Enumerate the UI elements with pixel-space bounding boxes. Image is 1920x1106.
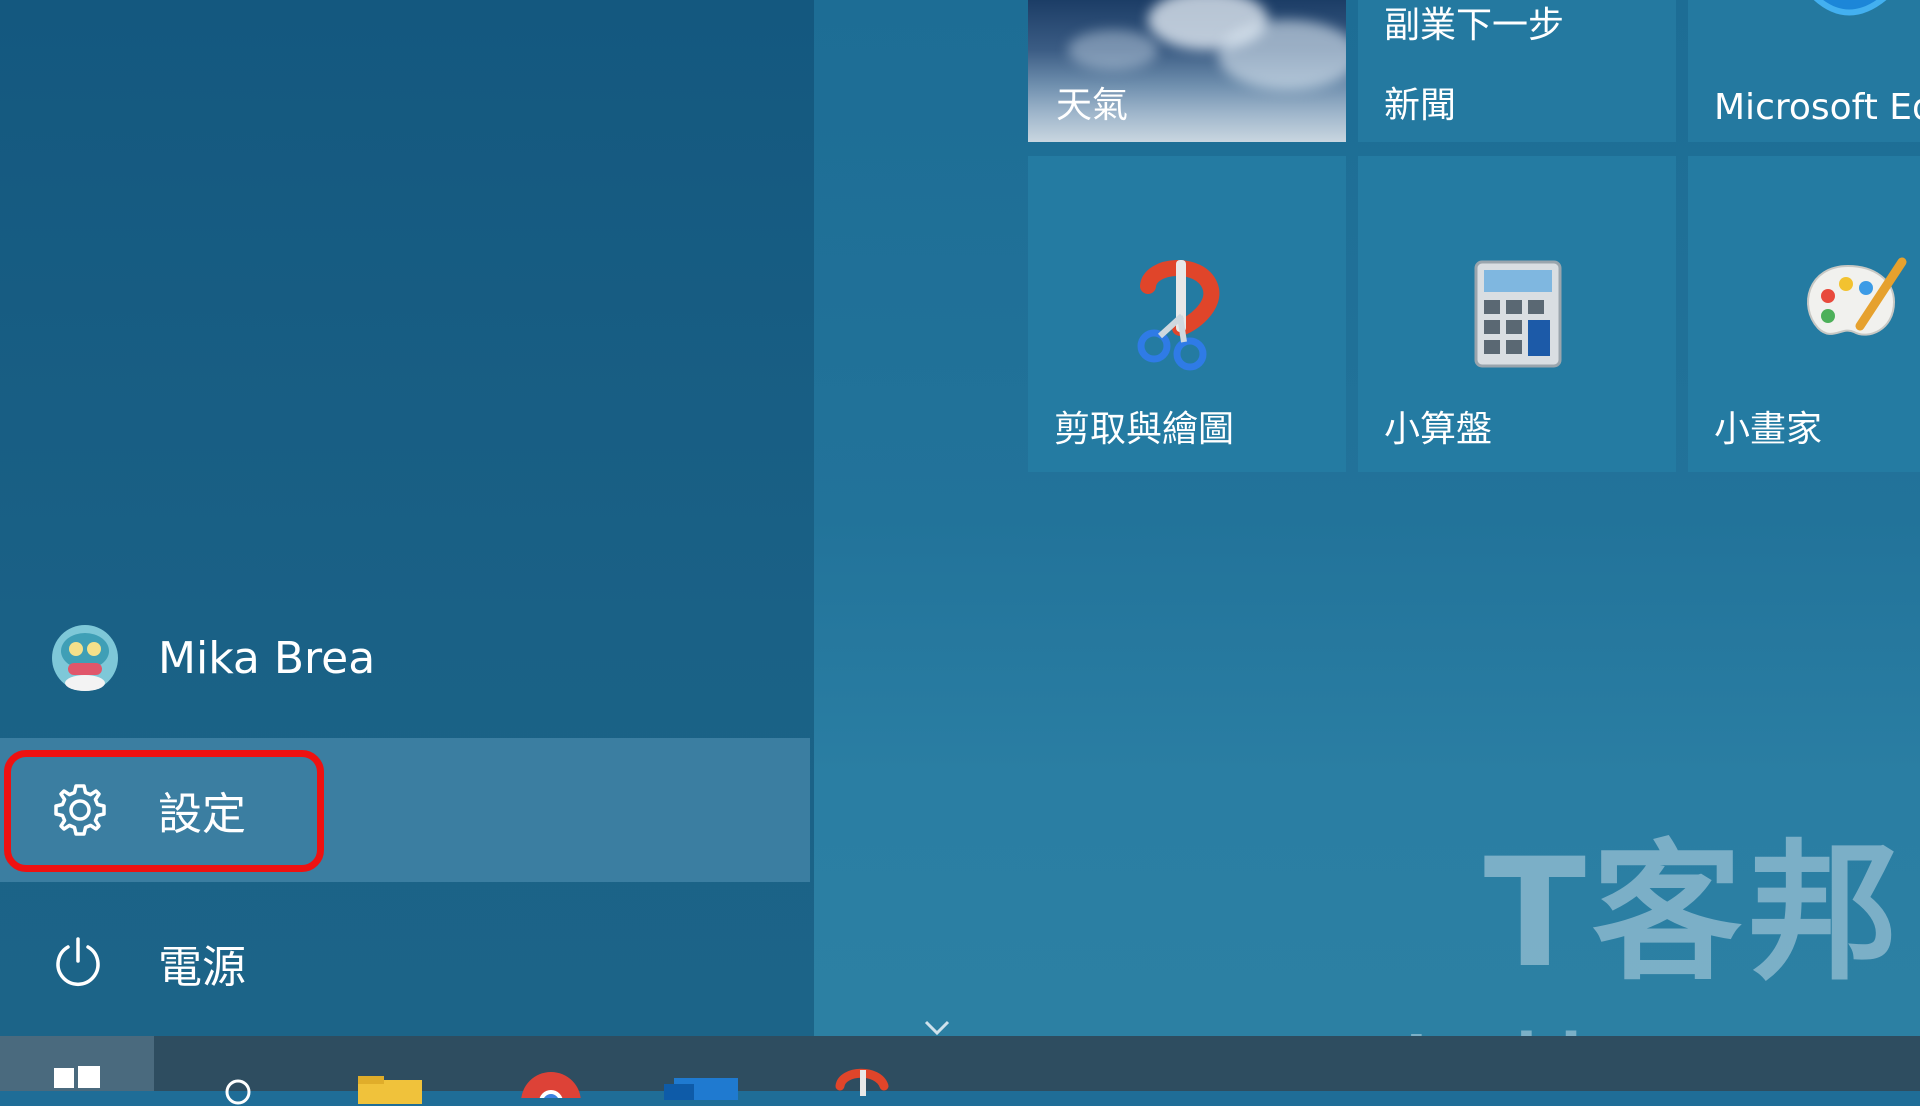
settings-highlight-annotation (4, 750, 324, 872)
tile-news-label: 新聞 (1384, 85, 1457, 126)
paint-palette-icon (1807, 257, 1907, 336)
cloud-shape (1218, 20, 1346, 90)
tile-edge[interactable]: Microsoft Ed (1688, 0, 1920, 142)
power-item[interactable]: 電源 (0, 890, 810, 1036)
user-name: Mika Brea (158, 632, 376, 684)
tile-weather[interactable]: 天氣 (1028, 0, 1346, 142)
power-icon (56, 937, 100, 986)
tile-edge-label: Microsoft Ed (1714, 87, 1920, 128)
windows-logo-icon (54, 1066, 100, 1088)
tile-news-headline: 副業下一步 (1384, 5, 1565, 46)
tile-calculator-label: 小算盤 (1384, 409, 1493, 450)
chevron-down-icon[interactable] (922, 1018, 952, 1038)
calculator-icon (1474, 260, 1562, 368)
tile-paint[interactable]: 小畫家 (1688, 156, 1920, 472)
tile-news[interactable]: 副業下一步 新聞 (1358, 0, 1676, 142)
taskbar (0, 1036, 1920, 1105)
snip-sketch-icon (1137, 260, 1220, 371)
file-explorer-icon[interactable] (356, 1074, 426, 1104)
user-avatar (52, 625, 118, 691)
edge-icon (1813, 0, 1887, 16)
cloud-shape (1068, 30, 1158, 70)
power-label: 電源 (158, 942, 246, 993)
tile-snip-sketch[interactable]: 剪取與繪圖 (1028, 156, 1346, 472)
search-icon[interactable] (218, 1076, 258, 1106)
tile-calculator[interactable]: 小算盤 (1358, 156, 1676, 472)
tile-paint-label: 小畫家 (1714, 409, 1823, 450)
chrome-icon[interactable] (516, 1068, 586, 1098)
snip-sketch-taskbar-icon[interactable] (832, 1066, 892, 1096)
tile-snip-sketch-label: 剪取與繪圖 (1054, 409, 1235, 450)
user-account-item[interactable]: Mika Brea (0, 585, 810, 731)
tile-weather-label: 天氣 (1056, 85, 1129, 126)
mail-icon[interactable] (664, 1070, 744, 1100)
start-button[interactable] (0, 1036, 154, 1091)
